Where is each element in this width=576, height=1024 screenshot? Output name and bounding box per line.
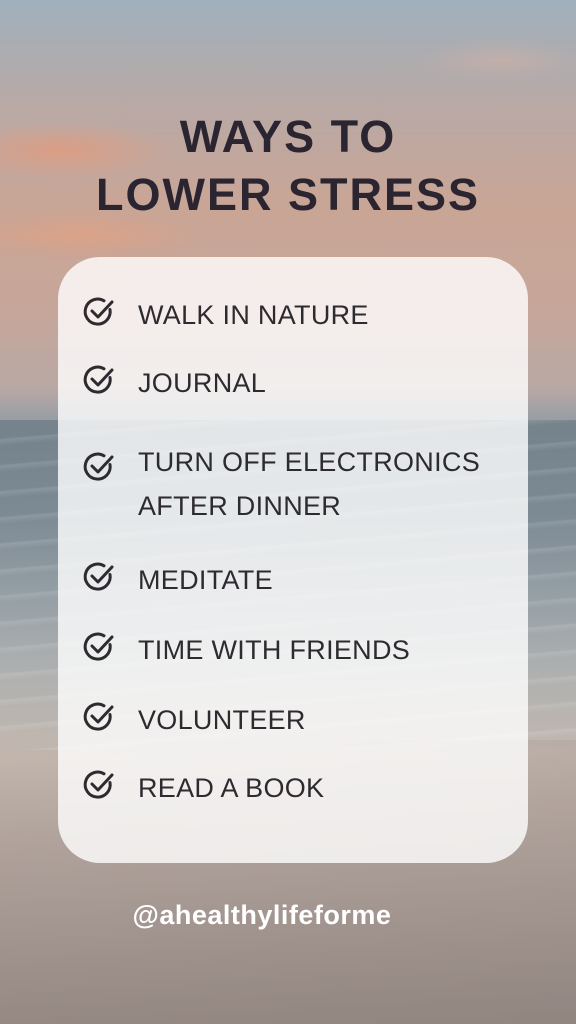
check-circle-icon: [83, 562, 114, 591]
list-item-label-line-1: TURN OFF ELECTRONICS: [138, 447, 481, 477]
list-item-label: TURN OFF ELECTRONICS AFTER DINNER: [138, 440, 480, 528]
title-line-1: WAYS TO: [179, 111, 397, 162]
tips-card: WALK IN NATURE JOURNAL TURN OFF ELECTRON…: [58, 257, 528, 863]
list-item-label-line-2: AFTER DINNER: [138, 491, 342, 521]
list-item: TIME WITH FRIENDS: [82, 628, 508, 672]
page-title: WAYS TO LOWER STRESS: [0, 108, 576, 224]
list-item: VOLUNTEER: [82, 698, 508, 742]
list-item: JOURNAL: [82, 361, 508, 405]
check-circle-icon: [83, 452, 114, 481]
check-circle-icon: [83, 702, 114, 731]
social-handle: @ahealthylifeforme: [132, 900, 392, 930]
title-line-2: LOWER STRESS: [95, 169, 481, 220]
list-item-label: WALK IN NATURE: [138, 300, 369, 330]
list-item: MEDITATE: [82, 558, 508, 602]
check-circle-icon: [83, 632, 114, 661]
list-item-label: MEDITATE: [138, 565, 273, 595]
list-item-label: JOURNAL: [138, 368, 267, 398]
list-item: TURN OFF ELECTRONICS AFTER DINNER: [82, 440, 508, 528]
check-circle-icon: [83, 297, 114, 326]
list-item: READ A BOOK: [82, 766, 508, 810]
check-circle-icon: [83, 365, 114, 394]
list-item-label: VOLUNTEER: [138, 705, 306, 735]
check-circle-icon: [83, 770, 114, 799]
list-item: WALK IN NATURE: [82, 293, 508, 337]
list-item-label: READ A BOOK: [138, 773, 325, 803]
list-item-label: TIME WITH FRIENDS: [138, 635, 411, 665]
